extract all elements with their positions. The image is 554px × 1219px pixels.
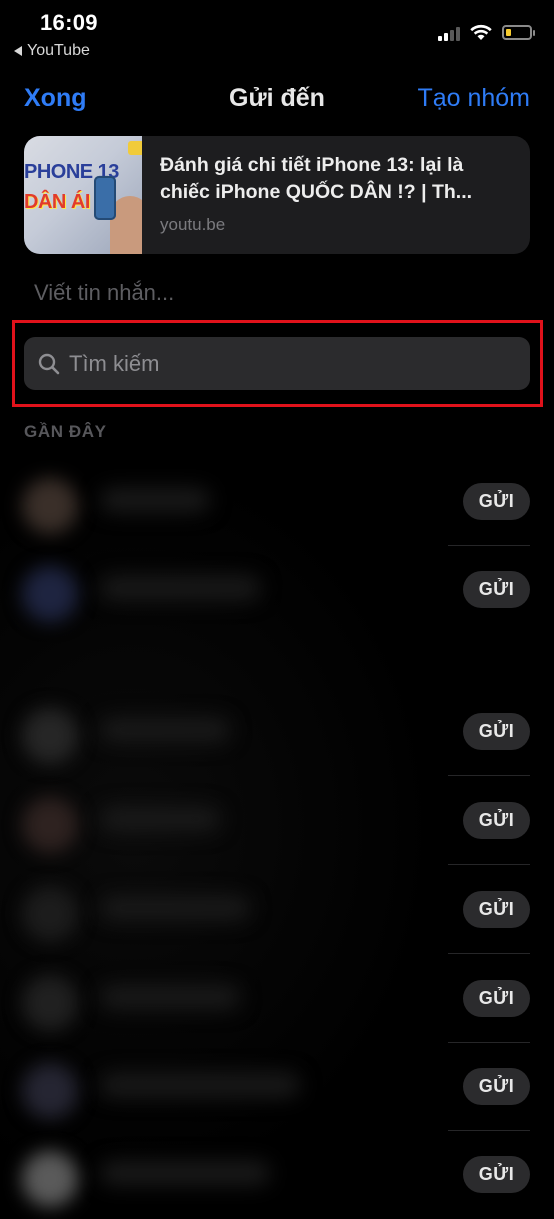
send-button[interactable]: GỬI <box>463 1068 530 1105</box>
status-icons <box>438 24 535 41</box>
video-thumbnail-icon: PHONE 13 DÂN ÁI !!! <box>24 136 142 254</box>
message-input[interactable]: Viết tin nhắn... <box>34 280 174 306</box>
avatar <box>22 886 78 942</box>
done-button[interactable]: Xong <box>24 84 87 113</box>
divider <box>448 953 530 954</box>
contact-row[interactable]: GỬI <box>0 866 554 954</box>
contact-row[interactable]: GỬI <box>0 777 554 865</box>
back-app-label: YouTube <box>27 42 90 59</box>
create-group-button[interactable]: Tạo nhóm <box>417 84 530 113</box>
link-preview-card[interactable]: PHONE 13 DÂN ÁI !!! Đánh giá chi tiết iP… <box>24 136 530 254</box>
contact-row[interactable]: GỬI <box>0 1131 554 1219</box>
wifi-icon <box>470 24 492 40</box>
divider <box>448 775 530 776</box>
avatar <box>22 1151 78 1207</box>
battery-icon <box>502 25 535 40</box>
contact-row[interactable]: GỬI <box>0 688 554 776</box>
avatar <box>22 975 78 1031</box>
avatar <box>22 708 78 764</box>
send-button[interactable]: GỬI <box>463 483 530 520</box>
send-button[interactable]: GỬI <box>463 713 530 750</box>
contact-row[interactable]: GỬI <box>0 458 554 546</box>
recent-section-label: GẦN ĐÂY <box>24 422 107 441</box>
send-button[interactable]: GỬI <box>463 1156 530 1193</box>
send-button[interactable]: GỬI <box>463 980 530 1017</box>
divider <box>448 864 530 865</box>
status-time: 16:09 <box>40 10 98 35</box>
back-to-app-link[interactable]: YouTube <box>14 42 90 60</box>
cellular-signal-icon <box>438 25 460 41</box>
back-triangle-icon <box>14 46 22 56</box>
link-title: Đánh giá chi tiết iPhone 13: lại là chiế… <box>160 154 473 203</box>
send-button[interactable]: GỬI <box>463 802 530 839</box>
avatar <box>22 478 78 534</box>
search-highlight-box <box>12 320 543 407</box>
link-domain: youtu.be <box>160 215 226 234</box>
contact-row[interactable]: GỬI <box>0 546 554 634</box>
send-button[interactable]: GỬI <box>463 891 530 928</box>
avatar <box>22 566 78 622</box>
contact-row[interactable]: GỬI <box>0 1043 554 1131</box>
avatar <box>22 797 78 853</box>
avatar <box>22 1063 78 1119</box>
send-button[interactable]: GỬI <box>463 571 530 608</box>
contact-row[interactable]: GỬI <box>0 955 554 1043</box>
